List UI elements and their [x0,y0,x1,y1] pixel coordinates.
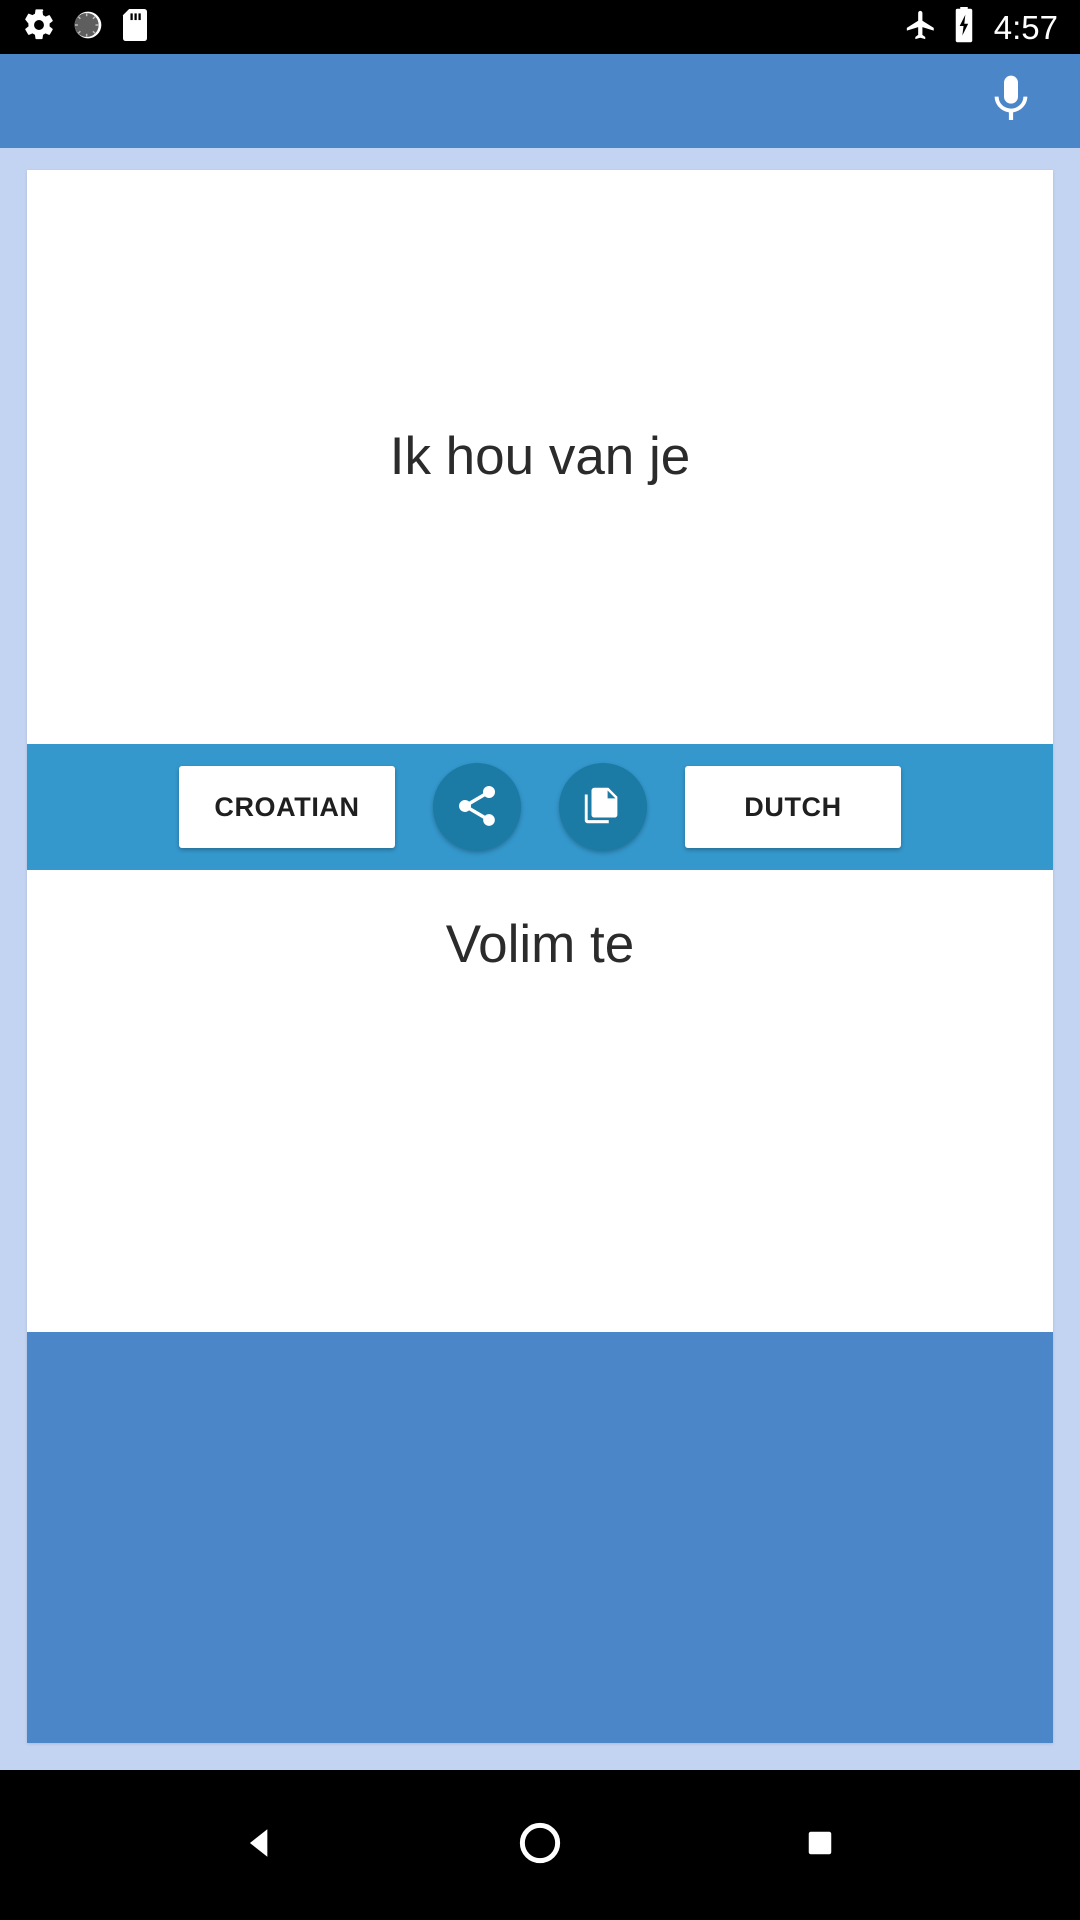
language-toolbar: CROATIAN DUTCH [27,744,1053,870]
source-text-pane[interactable]: Ik hou van je [27,170,1053,744]
copy-button[interactable] [559,763,647,851]
recents-square-icon [802,1825,838,1866]
night-light-icon [72,9,104,46]
copy-icon [580,783,626,832]
home-circle-icon [517,1820,563,1871]
status-bar-left-icons [22,8,150,47]
voice-input-button[interactable] [976,66,1046,136]
nav-recents-button[interactable] [760,1785,880,1905]
translation-card: Ik hou van je CROATIAN DUTCH Volim te [27,170,1053,1743]
source-language-button[interactable]: DUTCH [685,766,901,848]
share-button[interactable] [433,763,521,851]
target-text-pane[interactable]: Volim te [27,870,1053,1332]
app-bar [0,54,1080,148]
battery-charging-icon [952,6,976,48]
airplane-mode-icon [904,8,938,47]
phone-screen: 4:57 Ik hou van je CROATIAN DUTCH Volim … [0,0,1080,1920]
microphone-icon [983,71,1039,132]
back-triangle-icon [238,1821,282,1870]
status-bar: 4:57 [0,0,1080,54]
target-language-button[interactable]: CROATIAN [179,766,395,848]
source-text: Ik hou van je [389,426,691,486]
share-icon [453,782,501,833]
settings-gear-icon [22,8,56,47]
translator-content: Ik hou van je CROATIAN DUTCH Volim te [0,148,1080,1770]
android-navigation-bar [0,1770,1080,1920]
status-bar-clock: 4:57 [993,8,1058,46]
nav-back-button[interactable] [200,1785,320,1905]
target-text: Volim te [445,915,635,974]
status-bar-right-icons: 4:57 [904,6,1058,48]
nav-home-button[interactable] [480,1785,600,1905]
sd-card-icon [120,8,150,46]
card-footer [27,1332,1053,1743]
